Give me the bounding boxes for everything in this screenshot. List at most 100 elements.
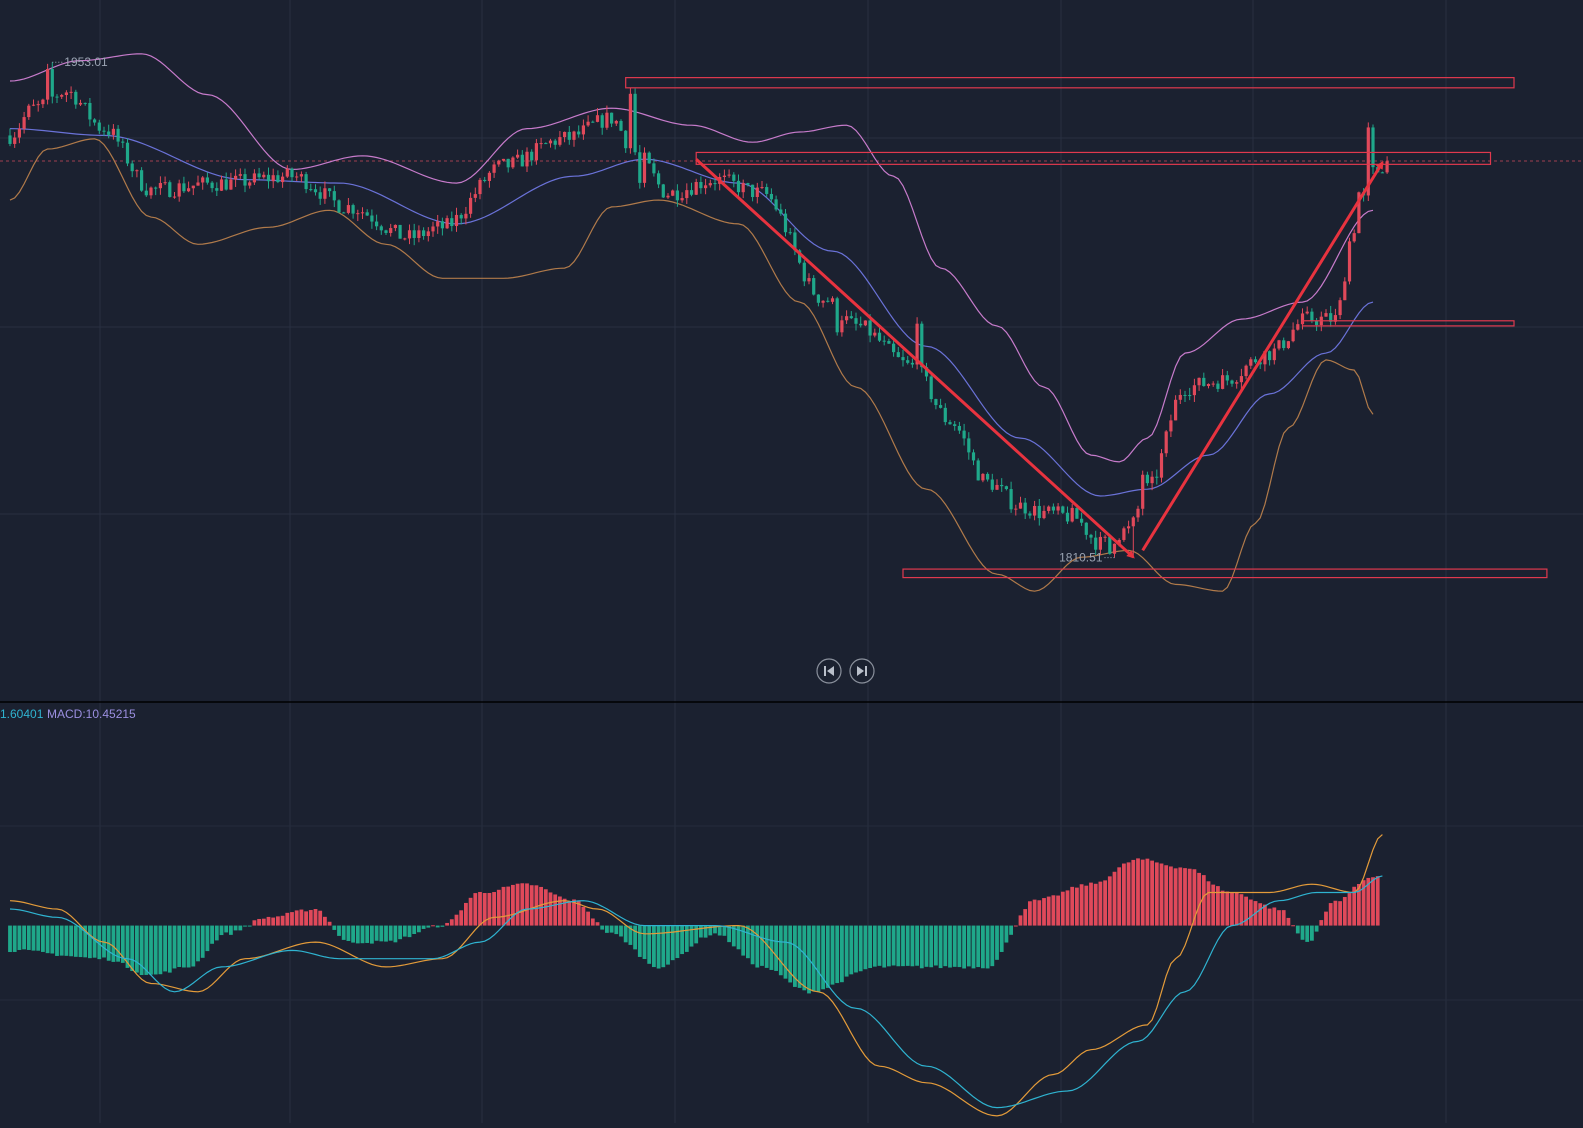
candle-body bbox=[215, 188, 219, 191]
candle-body bbox=[1131, 517, 1135, 527]
macd-histogram-bar bbox=[464, 902, 468, 926]
macd-histogram-bar bbox=[647, 925, 652, 964]
macd-histogram-bar bbox=[398, 925, 402, 940]
candle-body bbox=[36, 104, 40, 106]
macd-histogram-bar bbox=[69, 925, 73, 957]
candle-body bbox=[229, 179, 233, 190]
macd-histogram-bar bbox=[995, 925, 999, 960]
macd-histogram-bar bbox=[1187, 868, 1192, 926]
horizontal-zone-box[interactable] bbox=[695, 151, 1492, 165]
macd-histogram-bar bbox=[670, 925, 675, 961]
macd-histogram-bar bbox=[1037, 900, 1042, 926]
macd-histogram-bar bbox=[797, 925, 802, 988]
macd-histogram-bar bbox=[323, 916, 327, 926]
candle-body bbox=[685, 190, 689, 199]
macd-histogram-bar bbox=[520, 883, 525, 926]
macd-histogram-bar bbox=[299, 909, 304, 926]
candle-body bbox=[290, 168, 294, 178]
candle-body bbox=[1108, 536, 1112, 554]
candle-body bbox=[1023, 502, 1027, 514]
dif-legend-value: 1.60401 bbox=[0, 707, 44, 721]
macd-histogram-bar bbox=[421, 925, 426, 929]
candle-body bbox=[581, 125, 585, 135]
macd-histogram-bar bbox=[12, 925, 17, 952]
candle-body bbox=[149, 187, 153, 196]
macd-histogram-bar bbox=[1239, 894, 1244, 926]
candle-body bbox=[78, 102, 83, 105]
candle-body bbox=[647, 152, 651, 164]
candle-body bbox=[1380, 172, 1384, 174]
macd-histogram-bar bbox=[332, 925, 337, 930]
candle-body bbox=[168, 182, 172, 197]
macd-histogram-bar bbox=[877, 925, 882, 966]
candle-body bbox=[464, 213, 468, 219]
candle-body bbox=[920, 323, 924, 368]
macd-histogram-bar bbox=[675, 925, 680, 959]
candle-body bbox=[1230, 380, 1234, 384]
candle-body bbox=[657, 173, 661, 185]
macd-histogram-bar bbox=[1013, 925, 1018, 927]
macd-histogram-bar bbox=[135, 925, 139, 973]
candle-body bbox=[219, 179, 224, 191]
candle-body bbox=[8, 135, 12, 144]
macd-histogram-bar bbox=[308, 910, 313, 926]
high-marker-label: 1953.01 bbox=[64, 55, 108, 69]
candle-body bbox=[27, 105, 31, 118]
macd-histogram-bar bbox=[285, 912, 290, 926]
macd-histogram-bar bbox=[534, 885, 539, 926]
replay-next-button[interactable] bbox=[849, 658, 875, 684]
candle-body bbox=[398, 224, 402, 239]
macd-histogram-bar bbox=[1225, 891, 1230, 926]
candle-body bbox=[111, 128, 115, 135]
macd-histogram-bar bbox=[130, 925, 135, 972]
candle-body bbox=[243, 174, 247, 186]
bollinger-lower-line bbox=[9, 138, 1374, 592]
macd-histogram-bar bbox=[1032, 899, 1037, 926]
macd-histogram-bar bbox=[741, 925, 746, 956]
macd-histogram-bar bbox=[501, 886, 506, 926]
replay-prev-button[interactable] bbox=[816, 658, 842, 684]
candle-body bbox=[563, 131, 567, 138]
candle-body bbox=[892, 343, 896, 353]
chart-svg[interactable]: 1953.01 1810.51 1.60401 MACD:10.45215 bbox=[0, 0, 1583, 1123]
candle-body bbox=[356, 213, 360, 215]
macd-histogram-bar bbox=[243, 925, 247, 927]
candle-body bbox=[31, 104, 36, 106]
macd-histogram-bar bbox=[1295, 925, 1300, 934]
macd-histogram-bar bbox=[783, 925, 788, 979]
candle-body bbox=[445, 218, 449, 229]
candle-body bbox=[342, 212, 346, 214]
macd-histogram-bar bbox=[919, 925, 924, 969]
candle-body bbox=[1127, 526, 1131, 529]
horizontal-zone-box[interactable] bbox=[625, 77, 1515, 89]
macd-histogram-bar bbox=[858, 925, 863, 972]
macd-histogram-bar bbox=[1324, 911, 1328, 926]
macd-histogram-bar bbox=[468, 897, 473, 926]
macd-histogram-bar bbox=[1338, 901, 1342, 926]
macd-histogram-bar bbox=[590, 918, 595, 926]
macd-histogram-bar bbox=[1060, 891, 1065, 926]
macd-histogram-bar bbox=[971, 925, 976, 969]
macd-histogram-bar bbox=[473, 893, 478, 926]
candle-body bbox=[187, 188, 191, 192]
candle-body bbox=[238, 174, 242, 176]
candle-body bbox=[1352, 233, 1356, 242]
candle-body bbox=[967, 438, 971, 453]
macd-histogram-bar bbox=[1098, 881, 1103, 926]
trend-arrow[interactable] bbox=[695, 158, 1135, 559]
candle-body bbox=[642, 152, 647, 183]
candle-body bbox=[1286, 341, 1290, 349]
macd-histogram-bar bbox=[149, 925, 153, 975]
trend-arrow[interactable] bbox=[1141, 160, 1384, 552]
candle-body bbox=[1061, 506, 1065, 513]
macd-histogram-bar bbox=[1230, 892, 1234, 926]
candle-body bbox=[929, 376, 933, 400]
macd-histogram-bar bbox=[1070, 886, 1075, 926]
candle-body bbox=[595, 115, 600, 122]
candle-body bbox=[93, 119, 97, 123]
candle-body bbox=[1094, 537, 1098, 550]
candle-body bbox=[370, 215, 374, 222]
macd-histogram-bar bbox=[943, 925, 948, 967]
candle-body bbox=[1268, 351, 1272, 361]
horizontal-zone-box[interactable] bbox=[902, 568, 1548, 579]
